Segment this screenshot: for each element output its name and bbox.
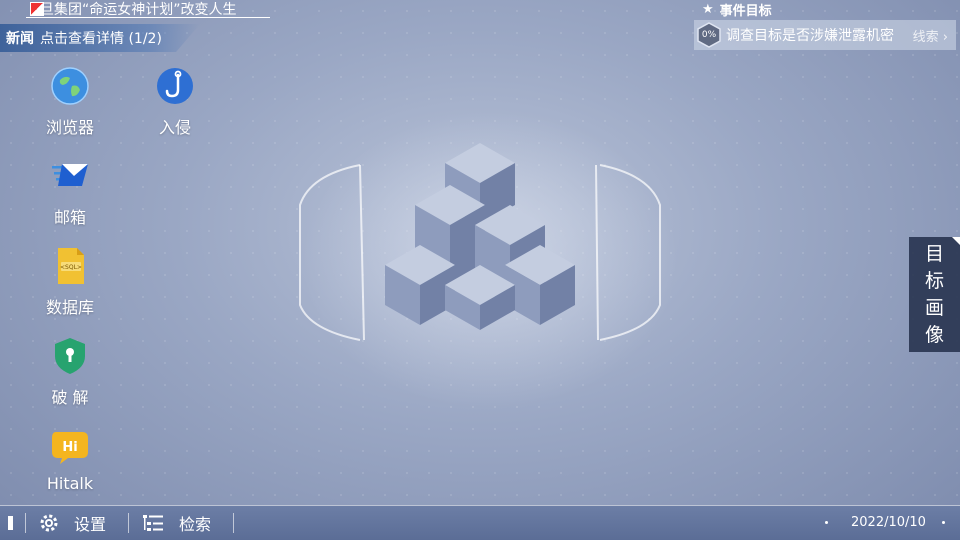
- news-ticker[interactable]: 旦集团“命运女神计划”改变人生: [26, 0, 270, 18]
- app-hitalk[interactable]: Hi Hitalk: [25, 426, 115, 493]
- profile-tab-char: 画: [924, 297, 944, 319]
- app-label: 破 解: [51, 388, 89, 407]
- taskbar-date: 2022/10/10: [851, 515, 926, 530]
- event-target-title: 事件目标: [719, 3, 772, 19]
- news-tag: 新闻: [6, 31, 34, 47]
- taskbar-divider: [128, 513, 130, 533]
- taskbar-dot: [942, 521, 945, 524]
- app-label: 浏览器: [45, 118, 94, 137]
- profile-tab-char: 标: [924, 270, 944, 292]
- mail-icon: [52, 164, 88, 186]
- taskbar-dot: [825, 521, 828, 524]
- app-label: 数据库: [45, 298, 94, 317]
- settings-label: 设置: [74, 515, 107, 534]
- app-label: 入侵: [158, 118, 191, 137]
- search-label: 检索: [179, 515, 212, 534]
- list-search-icon: [143, 515, 164, 531]
- app-browser[interactable]: 浏览器: [25, 66, 115, 138]
- event-target-card[interactable]: 0% 调查目标是否涉嫌泄露机密 线索 ›: [694, 20, 956, 50]
- clue-label: 线索: [912, 29, 939, 45]
- news-banner[interactable]: 新闻 点击查看详情 (1/2): [0, 24, 200, 52]
- progress-hex-icon: 0%: [696, 22, 722, 48]
- svg-text:Hi: Hi: [62, 440, 77, 455]
- app-mail[interactable]: 邮箱: [25, 156, 115, 228]
- taskbar-divider: [233, 513, 235, 533]
- search-button[interactable]: 检索: [141, 511, 211, 535]
- event-target-header: ★ 事件目标: [702, 0, 772, 19]
- app-crack[interactable]: 破 解: [25, 336, 115, 408]
- chat-bubble-icon: Hi: [52, 432, 88, 464]
- center-logo: [299, 143, 661, 341]
- target-profile-tab[interactable]: 目 标 画 像: [909, 237, 960, 352]
- ticker-text: 旦集团“命运女神计划”改变人生: [40, 2, 237, 18]
- globe-icon: [51, 67, 89, 105]
- event-progress: 0%: [701, 30, 717, 40]
- svg-text:<SQL>: <SQL>: [60, 264, 82, 271]
- settings-button[interactable]: 设置: [38, 511, 106, 535]
- gear-icon: [40, 514, 58, 532]
- app-label: Hitalk: [46, 474, 94, 493]
- news-detail-link[interactable]: 点击查看详情 (1/2): [40, 28, 162, 48]
- app-intrusion[interactable]: 入侵: [130, 66, 220, 138]
- hook-icon: [157, 68, 193, 104]
- app-database[interactable]: <SQL> 数据库: [25, 246, 115, 318]
- profile-tab-char: 像: [924, 324, 944, 346]
- clue-link[interactable]: 线索 ›: [913, 26, 956, 45]
- shield-key-icon: [55, 338, 85, 374]
- taskbar-divider: [25, 513, 26, 533]
- sql-file-icon: <SQL>: [58, 248, 84, 284]
- star-icon: ★: [702, 1, 714, 17]
- event-description: 调查目标是否涉嫌泄露机密: [726, 28, 894, 44]
- taskbar: 设置 检索 2022/10/10: [0, 505, 960, 540]
- app-label: 邮箱: [53, 208, 86, 227]
- start-marker[interactable]: [8, 516, 13, 530]
- profile-tab-char: 目: [924, 243, 944, 265]
